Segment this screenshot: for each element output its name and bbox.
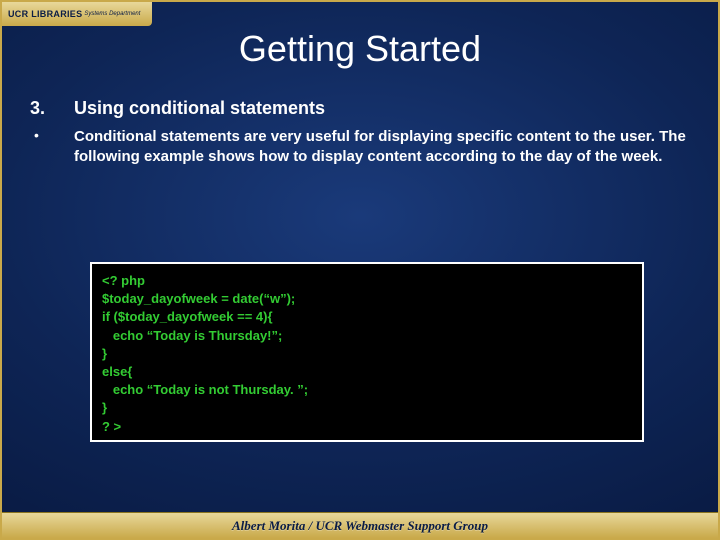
logo-sub: Systems Department bbox=[84, 11, 140, 17]
list-item-description: • Conditional statements are very useful… bbox=[30, 127, 690, 168]
footer-bar: Albert Morita / UCR Webmaster Support Gr… bbox=[2, 512, 718, 538]
code-block: <? php $today_dayofweek = date(“w”); if … bbox=[90, 262, 644, 442]
slide-title: Getting Started bbox=[2, 28, 718, 70]
item-subtitle: Using conditional statements bbox=[74, 98, 325, 119]
logo-main: UCR LIBRARIES bbox=[8, 9, 82, 19]
bullet-icon: • bbox=[30, 127, 74, 168]
list-item-heading: 3. Using conditional statements bbox=[30, 98, 690, 119]
logo-bar: UCR LIBRARIES Systems Department bbox=[2, 2, 152, 26]
slide-content: 3. Using conditional statements • Condit… bbox=[30, 98, 690, 176]
item-description: Conditional statements are very useful f… bbox=[74, 127, 690, 168]
item-number: 3. bbox=[30, 98, 74, 119]
footer-text: Albert Morita / UCR Webmaster Support Gr… bbox=[232, 518, 488, 534]
